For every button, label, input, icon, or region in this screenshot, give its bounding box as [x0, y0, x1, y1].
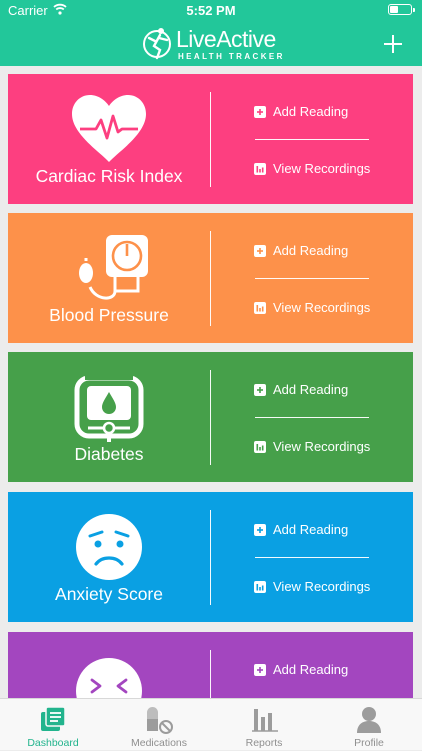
logo-subtitle: HEALTH TRACKER: [178, 52, 285, 61]
card-blood-pressure[interactable]: Blood Pressure Add Reading View Recordin…: [8, 213, 413, 343]
bar-chart-icon: [252, 709, 278, 732]
tab-reports[interactable]: Reports: [211, 699, 317, 751]
dashboard-list: Cardiac Risk Index Add Reading View Reco…: [0, 66, 422, 698]
card-anxiety-score[interactable]: Anxiety Score Add Reading View Recording…: [8, 492, 413, 622]
view-recordings-button[interactable]: View Recordings: [254, 579, 370, 594]
dashboard-icon: [41, 706, 66, 731]
card-cardiac-risk[interactable]: Cardiac Risk Index Add Reading View Reco…: [8, 74, 413, 204]
card-partial[interactable]: Add Reading: [8, 632, 413, 698]
tab-profile[interactable]: Profile: [316, 699, 422, 751]
profile-icon: [357, 707, 381, 733]
card-title: Blood Pressure: [49, 305, 169, 325]
add-square-icon: [254, 523, 266, 536]
chart-square-icon: [254, 301, 266, 314]
status-bar: Carrier 5:52 PM: [0, 0, 422, 22]
logo-title: LiveActive: [176, 26, 276, 52]
add-reading-button[interactable]: Add Reading: [254, 382, 348, 397]
face-icon: [76, 658, 142, 698]
view-recordings-button[interactable]: View Recordings: [254, 161, 370, 176]
heart-pulse-icon: [72, 95, 146, 162]
add-square-icon: [254, 663, 266, 676]
add-reading-button[interactable]: Add Reading: [254, 522, 348, 537]
card-title: Anxiety Score: [55, 584, 163, 604]
chart-square-icon: [254, 162, 266, 175]
tab-dashboard[interactable]: Dashboard: [0, 699, 106, 751]
runner-logo-icon: [143, 28, 171, 60]
add-square-icon: [254, 105, 266, 118]
chart-square-icon: [254, 440, 266, 453]
tab-bar: Dashboard Medications Reports Profile: [0, 698, 422, 750]
nav-bar: LiveActive HEALTH TRACKER: [0, 22, 422, 66]
card-title: Diabetes: [74, 444, 144, 464]
tab-medications[interactable]: Medications: [106, 699, 212, 751]
add-square-icon: [254, 383, 266, 396]
chart-square-icon: [254, 580, 266, 593]
pills-icon: [147, 707, 173, 734]
app-logo: LiveActive HEALTH TRACKER: [140, 24, 290, 64]
add-reading-button[interactable]: Add Reading: [254, 104, 348, 119]
status-time: 5:52 PM: [186, 3, 236, 18]
add-button[interactable]: [378, 29, 408, 59]
blood-pressure-monitor-icon: [79, 235, 148, 300]
add-reading-button[interactable]: Add Reading: [254, 243, 348, 258]
view-recordings-button[interactable]: View Recordings: [254, 300, 370, 315]
battery-icon: [388, 4, 415, 15]
add-square-icon: [254, 244, 266, 257]
card-diabetes[interactable]: Diabetes Add Reading View Recordings: [8, 352, 413, 482]
glucose-meter-icon: [74, 374, 144, 442]
worried-face-icon: [76, 514, 142, 580]
add-reading-button[interactable]: Add Reading: [254, 662, 348, 677]
card-title: Cardiac Risk Index: [35, 166, 183, 186]
view-recordings-button[interactable]: View Recordings: [254, 439, 370, 454]
